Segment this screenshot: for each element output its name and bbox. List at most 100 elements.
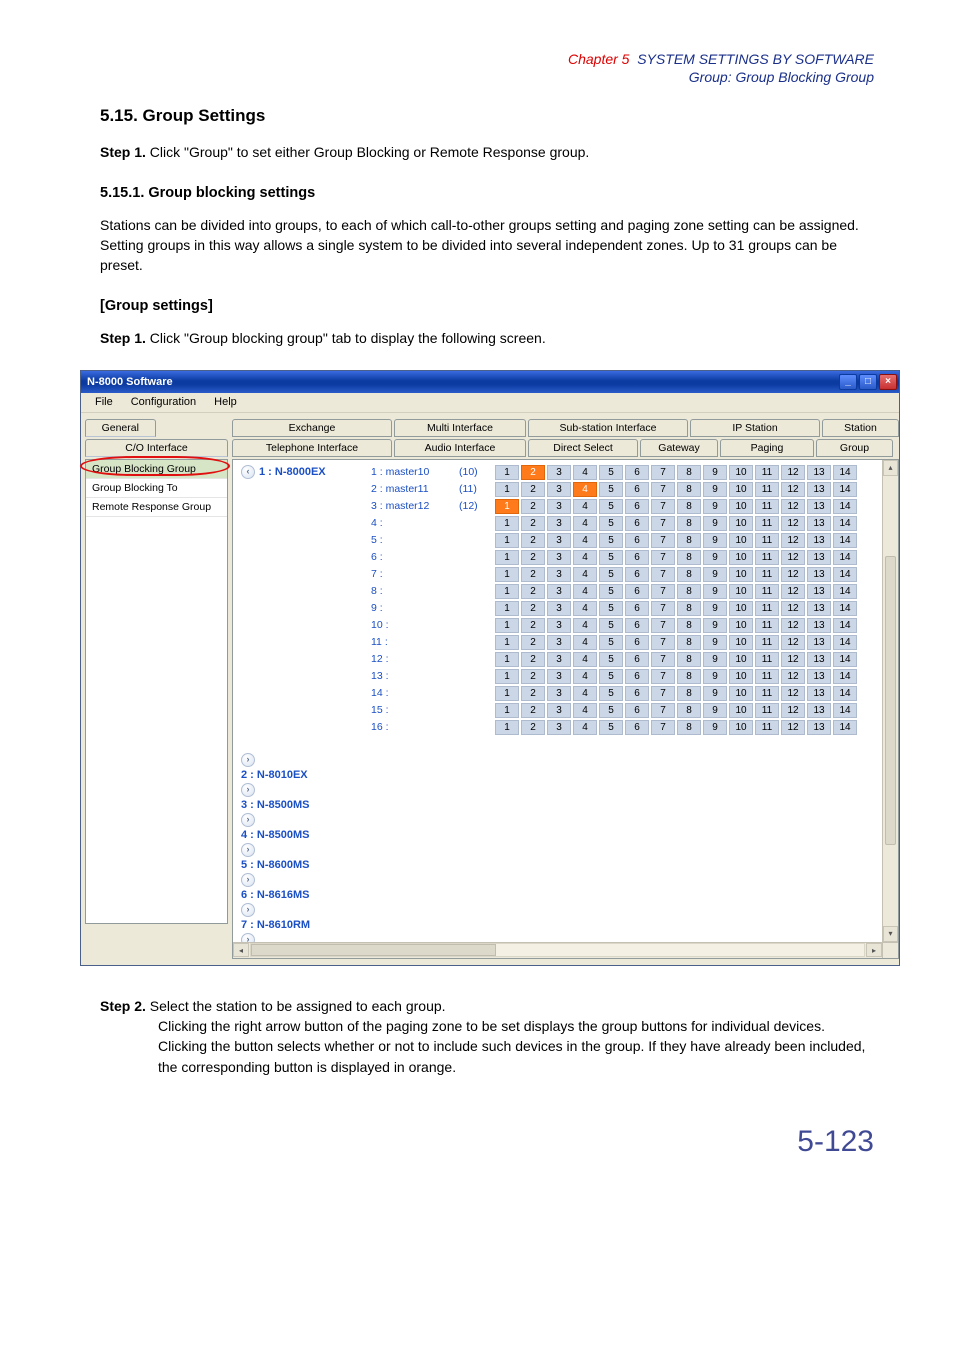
tab-co-interface[interactable]: C/O Interface [85, 439, 228, 457]
grid-cell[interactable]: 12 [781, 567, 805, 582]
grid-cell[interactable]: 5 [599, 601, 623, 616]
grid-cell[interactable]: 3 [547, 635, 571, 650]
grid-cell[interactable]: 11 [755, 686, 779, 701]
grid-cell[interactable]: 1 [495, 720, 519, 735]
grid-cell[interactable]: 8 [677, 550, 701, 565]
menu-help[interactable]: Help [206, 395, 245, 409]
grid-cell[interactable]: 14 [833, 635, 857, 650]
upper-tab-group[interactable]: Group [816, 439, 893, 457]
grid-cell[interactable]: 11 [755, 652, 779, 667]
grid-cell[interactable]: 10 [729, 584, 753, 599]
menu-file[interactable]: File [87, 395, 121, 409]
grid-cell[interactable]: 2 [521, 686, 545, 701]
grid-cell[interactable]: 7 [651, 652, 675, 667]
grid-cell[interactable]: 9 [703, 720, 727, 735]
scroll-right-arrow[interactable]: ▸ [866, 943, 882, 957]
grid-cell[interactable]: 10 [729, 601, 753, 616]
grid-cell[interactable]: 7 [651, 686, 675, 701]
sidetab-group-blocking-group[interactable]: Group Blocking Group [86, 460, 227, 479]
grid-cell[interactable]: 2 [521, 669, 545, 684]
grid-cell[interactable]: 5 [599, 703, 623, 718]
grid-cell[interactable]: 2 [521, 635, 545, 650]
grid-cell[interactable]: 4 [573, 686, 597, 701]
grid-cell[interactable]: 4 [573, 465, 597, 480]
grid-cell[interactable]: 12 [781, 499, 805, 514]
horizontal-scrollbar[interactable]: ◂ ▸ [233, 942, 882, 958]
grid-cell[interactable]: 12 [781, 584, 805, 599]
grid-cell[interactable]: 10 [729, 550, 753, 565]
grid-cell[interactable]: 10 [729, 635, 753, 650]
grid-cell[interactable]: 8 [677, 635, 701, 650]
grid-cell[interactable]: 14 [833, 465, 857, 480]
grid-cell[interactable]: 7 [651, 584, 675, 599]
tree-expand[interactable]: › [241, 782, 367, 798]
grid-cell[interactable]: 1 [495, 550, 519, 565]
grid-cell[interactable]: 7 [651, 482, 675, 497]
grid-cell[interactable]: 2 [521, 516, 545, 531]
grid-cell[interactable]: 5 [599, 533, 623, 548]
upper-tab-exchange[interactable]: Exchange [232, 419, 392, 437]
caret-right-icon[interactable]: › [241, 813, 255, 827]
upper-tab-telephone-interface[interactable]: Telephone Interface [232, 439, 392, 457]
grid-cell[interactable]: 10 [729, 516, 753, 531]
grid-cell[interactable]: 3 [547, 567, 571, 582]
grid-cell[interactable]: 11 [755, 584, 779, 599]
grid-cell[interactable]: 14 [833, 550, 857, 565]
grid-cell[interactable]: 1 [495, 584, 519, 599]
grid-cell[interactable]: 8 [677, 686, 701, 701]
grid-cell[interactable]: 2 [521, 465, 545, 480]
upper-tab-station[interactable]: Station [822, 419, 899, 437]
grid-cell[interactable]: 5 [599, 686, 623, 701]
grid-cell[interactable]: 8 [677, 618, 701, 633]
grid-cell[interactable]: 14 [833, 533, 857, 548]
grid-cell[interactable]: 3 [547, 482, 571, 497]
grid-cell[interactable]: 2 [521, 618, 545, 633]
tree-expand[interactable]: › [241, 812, 367, 828]
grid-cell[interactable]: 10 [729, 499, 753, 514]
grid-cell[interactable]: 6 [625, 720, 649, 735]
grid-cell[interactable]: 7 [651, 669, 675, 684]
grid-cell[interactable]: 12 [781, 686, 805, 701]
grid-cell[interactable]: 5 [599, 550, 623, 565]
grid-cell[interactable]: 6 [625, 703, 649, 718]
grid-cell[interactable]: 8 [677, 669, 701, 684]
grid-cell[interactable]: 11 [755, 635, 779, 650]
grid-cell[interactable]: 7 [651, 533, 675, 548]
upper-tab-paging[interactable]: Paging [720, 439, 814, 457]
grid-cell[interactable]: 6 [625, 516, 649, 531]
grid-cell[interactable]: 8 [677, 720, 701, 735]
grid-cell[interactable]: 2 [521, 652, 545, 667]
grid-cell[interactable]: 11 [755, 465, 779, 480]
grid-cell[interactable]: 6 [625, 669, 649, 684]
grid-cell[interactable]: 10 [729, 720, 753, 735]
grid-cell[interactable]: 11 [755, 533, 779, 548]
grid-cell[interactable]: 14 [833, 567, 857, 582]
grid-cell[interactable]: 5 [599, 618, 623, 633]
grid-cell[interactable]: 13 [807, 652, 831, 667]
caret-left-icon[interactable]: ‹ [241, 465, 255, 479]
grid-cell[interactable]: 12 [781, 669, 805, 684]
grid-cell[interactable]: 4 [573, 618, 597, 633]
scroll-thumb-v[interactable] [885, 556, 896, 845]
scroll-thumb-h[interactable] [251, 944, 496, 956]
grid-cell[interactable]: 9 [703, 669, 727, 684]
grid-cell[interactable]: 2 [521, 499, 545, 514]
grid-cell[interactable]: 1 [495, 516, 519, 531]
grid-cell[interactable]: 13 [807, 516, 831, 531]
grid-cell[interactable]: 8 [677, 516, 701, 531]
grid-cell[interactable]: 9 [703, 635, 727, 650]
grid-cell[interactable]: 9 [703, 618, 727, 633]
grid-cell[interactable]: 2 [521, 703, 545, 718]
tree-node[interactable]: 4 : N-8500MS [241, 828, 367, 842]
tree-node[interactable]: 2 : N-8010EX [241, 768, 367, 782]
grid-cell[interactable]: 8 [677, 499, 701, 514]
grid-cell[interactable]: 12 [781, 601, 805, 616]
grid-cell[interactable]: 10 [729, 652, 753, 667]
tree-node[interactable]: 7 : N-8610RM [241, 918, 367, 932]
grid-cell[interactable]: 6 [625, 686, 649, 701]
grid-cell[interactable]: 8 [677, 465, 701, 480]
scroll-down-arrow[interactable]: ▾ [883, 926, 898, 942]
grid-cell[interactable]: 14 [833, 720, 857, 735]
grid-cell[interactable]: 12 [781, 482, 805, 497]
grid-cell[interactable]: 11 [755, 601, 779, 616]
